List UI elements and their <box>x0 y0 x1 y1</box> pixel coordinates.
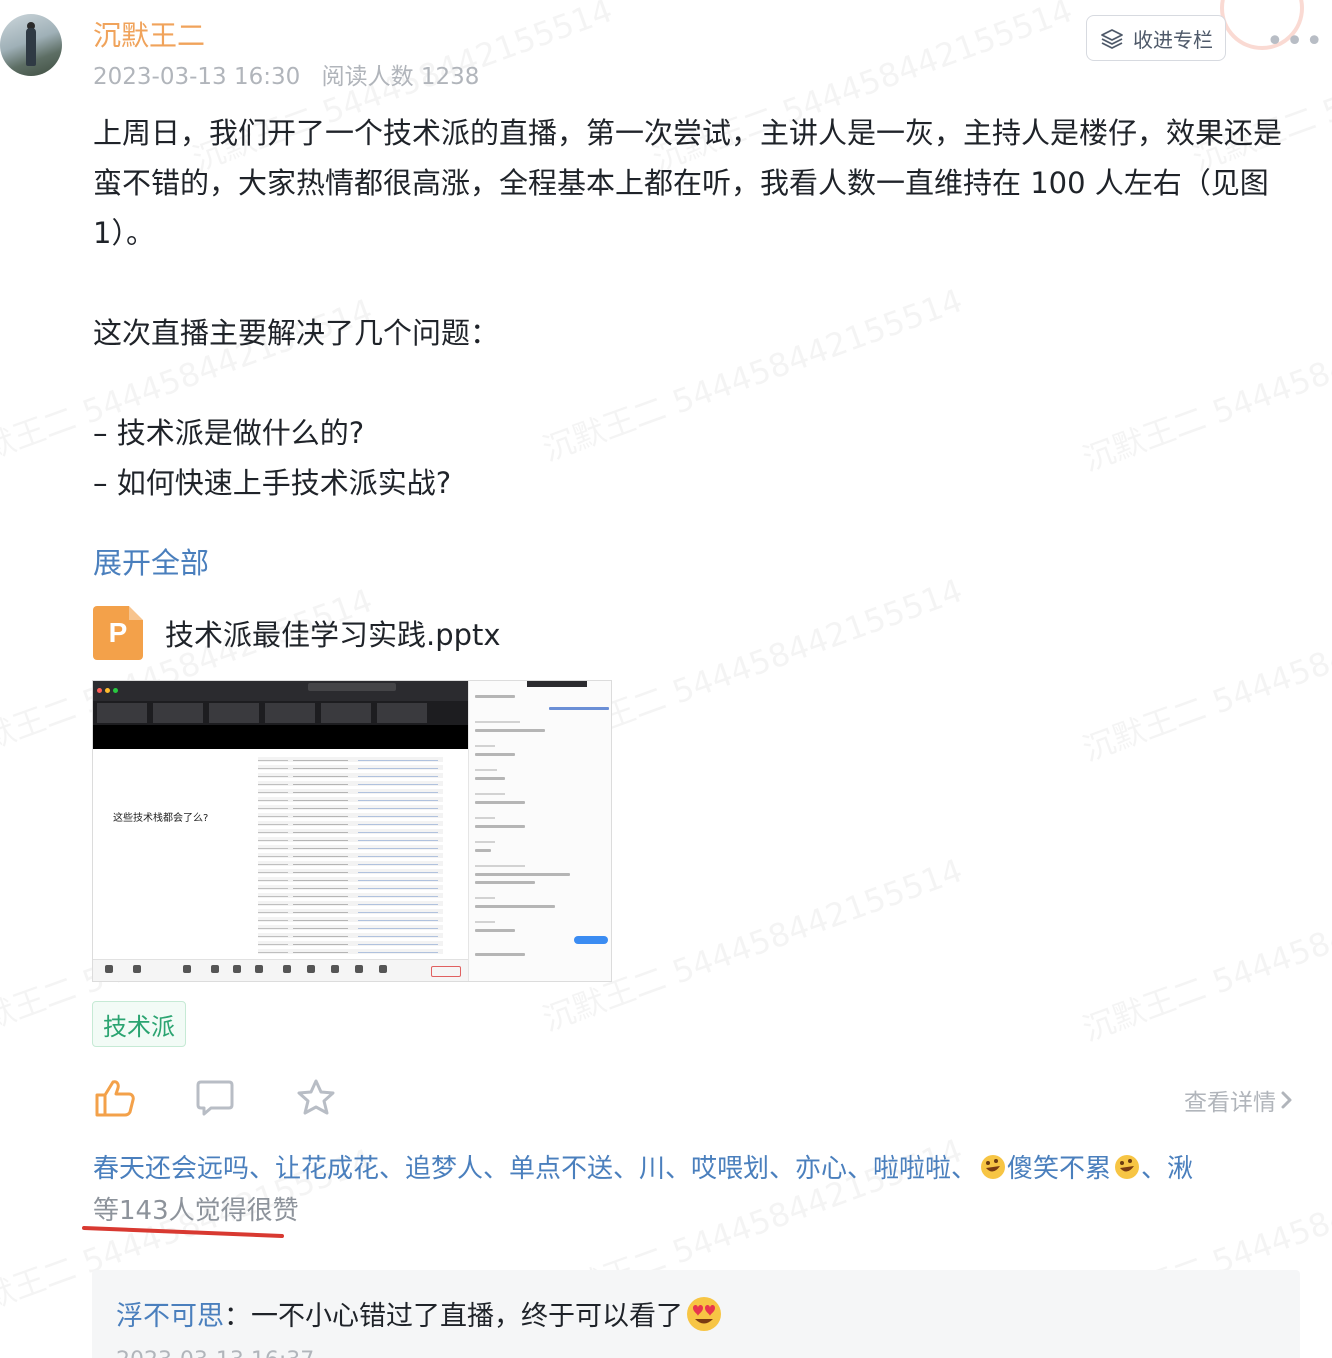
chevron-right-icon <box>1281 1091 1292 1109</box>
author-name[interactable]: 沉默王二 <box>93 14 205 54</box>
comment-separator: ： <box>224 1301 251 1332</box>
comment-text: 一不小心错过了直播，终于可以看了 <box>251 1301 683 1332</box>
comment-user[interactable]: 浮不可思 <box>116 1294 224 1333</box>
likers-count[interactable]: 等143人觉得很赞 <box>93 1196 299 1226</box>
avatar[interactable] <box>0 14 62 76</box>
image-slide: 这些技术栈都会了么? <box>93 749 468 959</box>
rofl-emoji-icon <box>1115 1155 1140 1179</box>
avatar-figure <box>26 28 36 66</box>
comment-item: 浮不可思 ： 一不小心错过了直播，终于可以看了 2023-03-13 16:37 <box>92 1270 1300 1358</box>
topic-tag[interactable]: 技术派 <box>92 1001 186 1047</box>
attachment-name: 技术派最佳学习实践.pptx <box>165 618 501 652</box>
likers-list[interactable]: 春天还会远吗、让花成花、追梦人、单点不送、川、哎喂划、亦心、啦啦啦、 傻笑不累 、湫… <box>93 1148 1283 1232</box>
post-paragraph: 上周日，我们开了一个技术派的直播，第一次尝试，主讲人是一灰，主持人是楼仔，效果还… <box>93 116 1283 250</box>
post-paragraph: – 如何快速上手技术派实战? <box>93 466 452 500</box>
favorite-button[interactable] <box>296 1078 336 1118</box>
like-button[interactable] <box>94 1078 136 1118</box>
watermark-text: 沉默王二 544458442155514 <box>1076 576 1332 771</box>
post-paragraph: 这次直播主要解决了几个问题： <box>93 316 500 350</box>
thumbs-up-icon <box>95 1080 135 1117</box>
stack-icon <box>1101 29 1123 49</box>
image-toolbar <box>93 959 468 981</box>
likers-special-name: 傻笑不累 <box>1007 1154 1112 1184</box>
collect-to-column-button[interactable]: 收进专栏 <box>1086 15 1226 61</box>
attachment[interactable]: P 技术派最佳学习实践.pptx <box>93 606 501 660</box>
view-detail-label: 查看详情 <box>1184 1090 1276 1116</box>
post-content: 上周日，我们开了一个技术派的直播，第一次尝试，主讲人是一灰，主持人是楼仔，效果还… <box>93 108 1303 508</box>
image-slide-table <box>258 757 443 957</box>
image-meeting-topbar <box>93 681 468 701</box>
post-image[interactable]: 这些技术栈都会了么? <box>92 680 612 982</box>
comment-time: 2023-03-13 16:37 <box>116 1348 314 1358</box>
image-chat-panel <box>468 681 611 981</box>
collect-label: 收进专栏 <box>1133 27 1213 52</box>
post-reads: 阅读人数 1238 <box>321 64 480 90</box>
post-meta: 2023-03-13 16:30 阅读人数 1238 <box>93 57 479 91</box>
likers-tail: 、湫 <box>1141 1154 1194 1184</box>
more-icon[interactable]: ••• <box>1266 24 1325 59</box>
star-icon <box>297 1079 335 1115</box>
pptx-file-icon: P <box>93 606 143 660</box>
expand-all-link[interactable]: 展开全部 <box>93 540 209 582</box>
watermark-text: 沉默王二 544458442155514 <box>1076 856 1332 1051</box>
comment-icon <box>196 1080 234 1116</box>
comment-button[interactable] <box>195 1078 235 1118</box>
likers-names: 春天还会远吗、让花成花、追梦人、单点不送、川、哎喂划、亦心、啦啦啦、 <box>93 1154 978 1184</box>
image-participant-strip <box>93 701 468 725</box>
view-detail-link[interactable]: 查看详情 <box>1184 1083 1294 1117</box>
red-underline-annotation <box>82 1226 284 1238</box>
rofl-emoji-icon <box>981 1155 1006 1179</box>
image-slide-question: 这些技术栈都会了么? <box>113 813 209 824</box>
comment-body: 浮不可思 ： 一不小心错过了直播，终于可以看了 <box>116 1294 723 1333</box>
heart-eyes-emoji-icon <box>687 1296 721 1331</box>
post-paragraph: – 技术派是做什么的? <box>93 416 365 450</box>
post-date: 2023-03-13 16:30 <box>93 64 301 90</box>
